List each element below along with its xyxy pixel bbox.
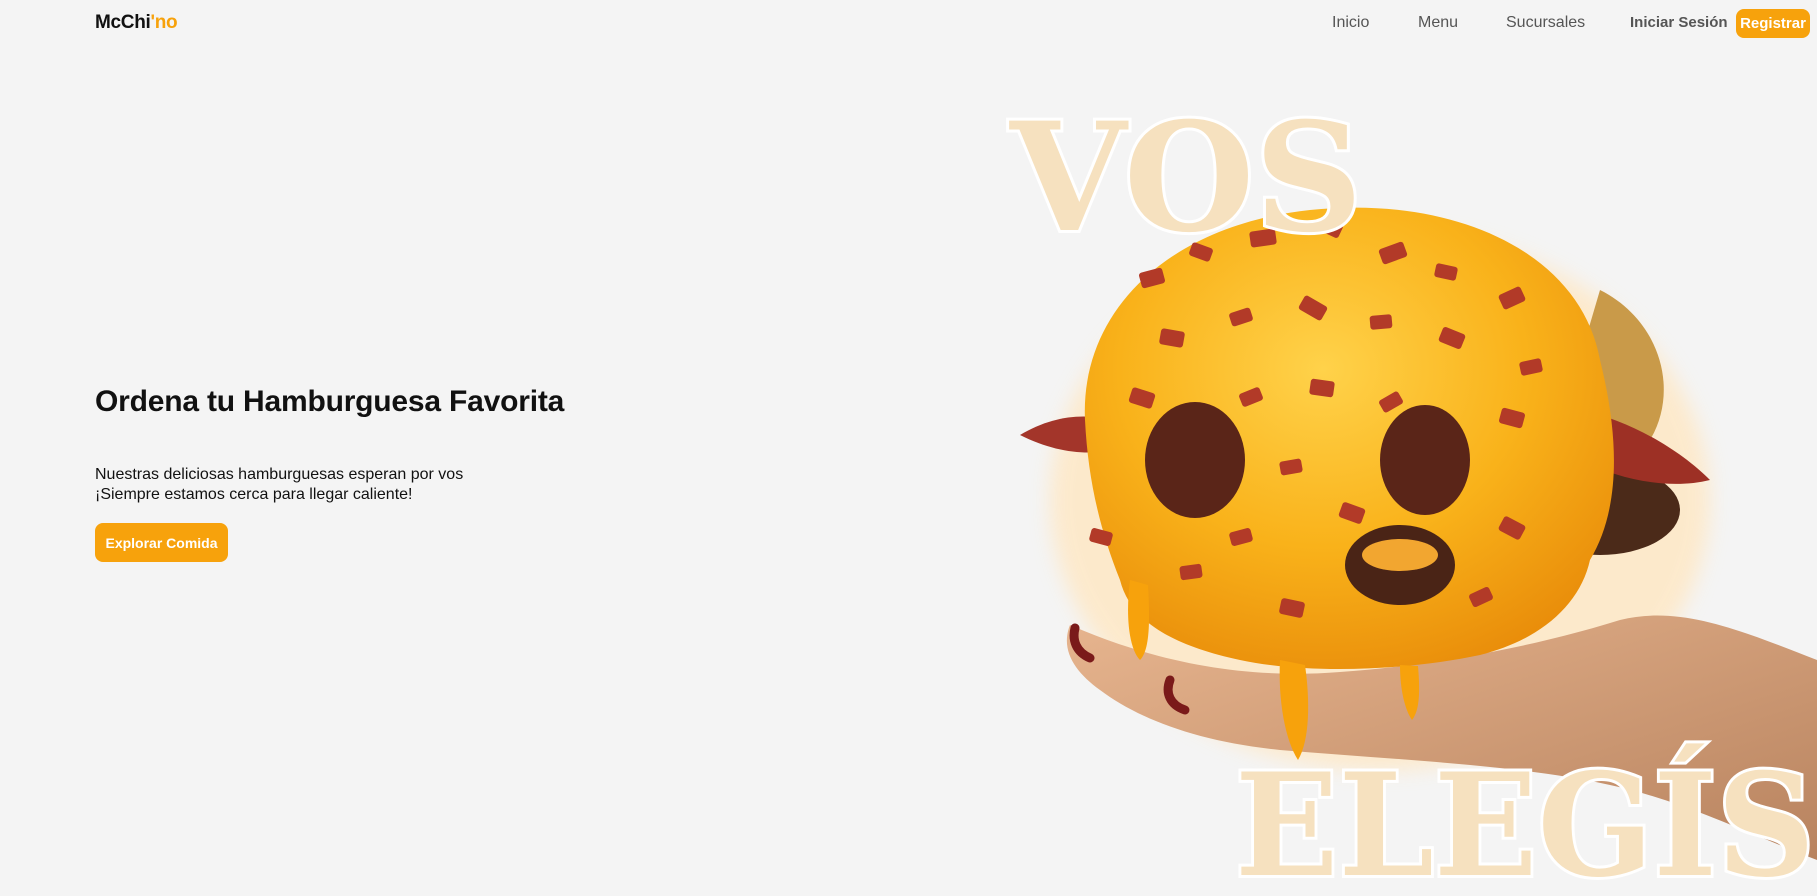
hero-title: Ordena tu Hamburguesa Favorita: [95, 385, 565, 418]
brand-logo-accent: 'no: [150, 12, 178, 33]
brand-logo-main: McChi: [95, 12, 151, 33]
register-button[interactable]: Registrar: [1736, 9, 1810, 38]
hero-description-line-2: ¡Siempre estamos cerca para llegar calie…: [95, 486, 413, 503]
hero-image: VOS ELEGÍS: [980, 60, 1817, 896]
cheese-hole-left: [1145, 402, 1245, 518]
hero-description-line-1: Nuestras deliciosas hamburguesas esperan…: [95, 466, 464, 483]
landing-page: McChi'no Inicio Menu Sucursales Iniciar …: [0, 0, 1817, 896]
explore-food-button[interactable]: Explorar Comida: [95, 523, 228, 562]
hero-description: Nuestras deliciosas hamburguesas esperan…: [95, 465, 463, 505]
nav-link-sucursales[interactable]: Sucursales: [1506, 14, 1585, 32]
slogan-bottom: ELEGÍS: [1235, 743, 1815, 896]
site-header: McChi'no Inicio Menu Sucursales Iniciar …: [0, 0, 1817, 46]
nav-link-inicio[interactable]: Inicio: [1332, 14, 1369, 32]
hero-burger-illustration: VOS ELEGÍS: [1006, 87, 1817, 896]
cheese-tongue: [1362, 539, 1438, 571]
brand-logo[interactable]: McChi'no: [95, 12, 178, 34]
cheese-hole-right: [1380, 405, 1470, 515]
login-link[interactable]: Iniciar Sesión: [1630, 14, 1728, 31]
slogan-top: VOS: [1009, 90, 1363, 266]
nav-link-menu[interactable]: Menu: [1418, 14, 1458, 32]
